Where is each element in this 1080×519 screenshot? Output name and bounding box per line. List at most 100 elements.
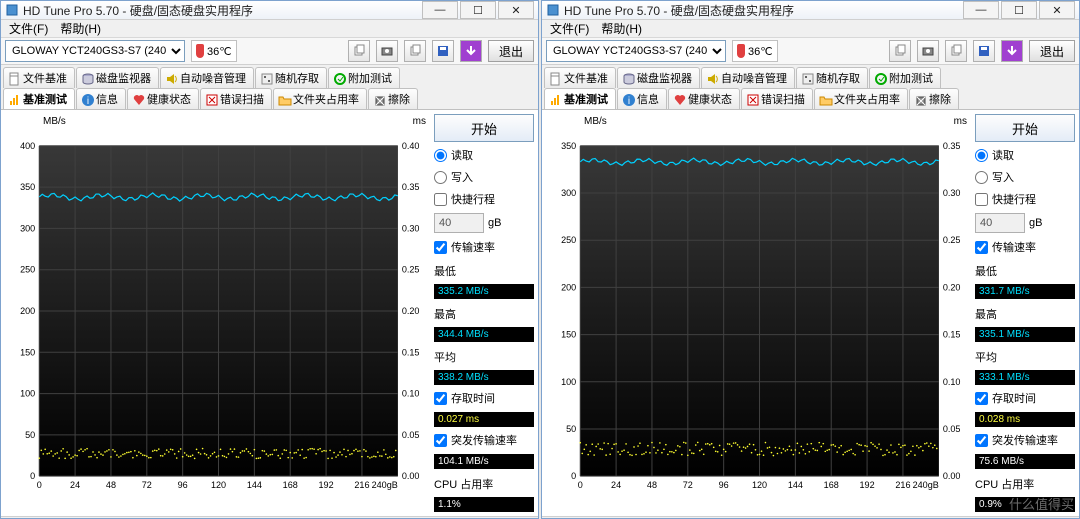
svg-text:96: 96 xyxy=(719,480,729,490)
benchmark-chart: MB/s ms 00.00500.051000.101500.152000.20… xyxy=(5,114,428,512)
minimize-button[interactable]: — xyxy=(963,1,999,19)
exit-button[interactable]: 退出 xyxy=(488,40,534,62)
svg-text:0.10: 0.10 xyxy=(402,389,420,399)
chk-short-stroke[interactable] xyxy=(975,193,988,206)
copy-button[interactable] xyxy=(889,40,911,62)
radio-write[interactable] xyxy=(975,171,988,184)
close-button[interactable]: ✕ xyxy=(1039,1,1075,19)
svg-text:0: 0 xyxy=(578,480,583,490)
save-button[interactable] xyxy=(973,40,995,62)
chk-burst-rate[interactable] xyxy=(434,434,447,447)
tab-0[interactable]: 文件基准 xyxy=(3,67,75,88)
tab2-1[interactable]: i信息 xyxy=(76,88,126,109)
maximize-button[interactable]: ☐ xyxy=(1001,1,1037,19)
screenshot-button[interactable] xyxy=(917,40,939,62)
drive-select[interactable]: GLOWAY YCT240GS3-S7 (240 gB) xyxy=(546,40,726,62)
copy2-button[interactable] xyxy=(404,40,426,62)
chk-transfer-rate[interactable] xyxy=(434,241,447,254)
chk-short-stroke[interactable] xyxy=(434,193,447,206)
copy2-button[interactable] xyxy=(945,40,967,62)
svg-text:0.35: 0.35 xyxy=(402,182,420,192)
avg-value: 333.1 MB/s xyxy=(975,370,1075,385)
avg-label: 平均 xyxy=(975,349,1075,365)
minimize-button[interactable]: — xyxy=(422,1,458,19)
svg-text:0.05: 0.05 xyxy=(943,424,961,434)
radio-write[interactable] xyxy=(434,171,447,184)
svg-text:144: 144 xyxy=(247,480,262,490)
tab-0[interactable]: 文件基准 xyxy=(544,67,616,88)
svg-text:96: 96 xyxy=(178,480,188,490)
svg-text:100: 100 xyxy=(20,389,35,399)
tab2-5[interactable]: 擦除 xyxy=(368,88,418,109)
test-icon xyxy=(333,72,345,84)
menu-help[interactable]: 帮助(H) xyxy=(60,20,101,37)
access-value: 0.028 ms xyxy=(975,412,1075,427)
save-button[interactable] xyxy=(432,40,454,62)
start-button[interactable]: 开始 xyxy=(975,114,1075,142)
status-bar xyxy=(542,516,1079,518)
toolbar: GLOWAY YCT240GS3-S7 (240 gB) 36℃ 退出 xyxy=(542,38,1079,65)
tab-3[interactable]: 随机存取 xyxy=(796,67,868,88)
chk-access-time[interactable] xyxy=(975,392,988,405)
menu-file[interactable]: 文件(F) xyxy=(9,20,48,37)
menu-file[interactable]: 文件(F) xyxy=(550,20,589,37)
tab-1[interactable]: 磁盘监视器 xyxy=(76,67,159,88)
test-icon xyxy=(874,72,886,84)
chk-transfer-rate[interactable] xyxy=(975,241,988,254)
tab2-4[interactable]: 文件夹占用率 xyxy=(273,88,367,109)
maximize-button[interactable]: ☐ xyxy=(460,1,496,19)
svg-text:0.00: 0.00 xyxy=(402,471,420,481)
svg-text:400: 400 xyxy=(20,141,35,151)
bench-icon xyxy=(549,93,561,105)
error-icon xyxy=(205,93,217,105)
svg-text:200: 200 xyxy=(561,282,576,292)
content-area: MB/s ms 00.00500.051000.101500.152000.20… xyxy=(1,110,538,516)
screenshot-button[interactable] xyxy=(376,40,398,62)
copy-button[interactable] xyxy=(348,40,370,62)
chk-access-time[interactable] xyxy=(434,392,447,405)
tab2-2[interactable]: 健康状态 xyxy=(127,88,199,109)
svg-text:0.40: 0.40 xyxy=(402,141,420,151)
radio-read[interactable] xyxy=(975,149,988,162)
chk-burst-rate[interactable] xyxy=(975,434,988,447)
titlebar: HD Tune Pro 5.70 - 硬盘/固态硬盘实用程序 — ☐ ✕ xyxy=(1,1,538,20)
svg-text:0: 0 xyxy=(571,471,576,481)
svg-text:0.25: 0.25 xyxy=(943,235,961,245)
window-title: HD Tune Pro 5.70 - 硬盘/固态硬盘实用程序 xyxy=(564,2,794,19)
svg-text:120: 120 xyxy=(211,480,226,490)
tab2-3[interactable]: 错误扫描 xyxy=(741,88,813,109)
menu-help[interactable]: 帮助(H) xyxy=(601,20,642,37)
down-button[interactable] xyxy=(460,40,482,62)
tab-3[interactable]: 随机存取 xyxy=(255,67,327,88)
info-icon: i xyxy=(81,93,93,105)
start-button[interactable]: 开始 xyxy=(434,114,534,142)
close-button[interactable]: ✕ xyxy=(498,1,534,19)
chart-svg-container: 00.00500.051000.101500.152000.202500.253… xyxy=(546,114,969,512)
tab2-1[interactable]: i信息 xyxy=(617,88,667,109)
svg-text:0.00: 0.00 xyxy=(943,471,961,481)
min-label: 最低 xyxy=(975,263,1075,279)
tab2-0[interactable]: 基准测试 xyxy=(3,88,75,109)
menubar: 文件(F) 帮助(H) xyxy=(542,20,1079,38)
tab-4[interactable]: 附加测试 xyxy=(328,67,400,88)
erase-icon xyxy=(914,93,926,105)
temperature-display: 36℃ xyxy=(732,40,778,62)
svg-text:240gB: 240gB xyxy=(913,480,939,490)
tab2-2[interactable]: 健康状态 xyxy=(668,88,740,109)
exit-button[interactable]: 退出 xyxy=(1029,40,1075,62)
down-button[interactable] xyxy=(1001,40,1023,62)
tab2-5[interactable]: 擦除 xyxy=(909,88,959,109)
tab2-4[interactable]: 文件夹占用率 xyxy=(814,88,908,109)
tab-row-1: 文件基准磁盘监视器自动噪音管理随机存取附加测试基准测试i信息健康状态错误扫描文件… xyxy=(1,65,538,110)
drive-select[interactable]: GLOWAY YCT240GS3-S7 (240 gB) xyxy=(5,40,185,62)
tab2-0[interactable]: 基准测试 xyxy=(544,88,616,109)
tab-2[interactable]: 自动噪音管理 xyxy=(160,67,254,88)
svg-text:0.20: 0.20 xyxy=(943,282,961,292)
tab-4[interactable]: 附加测试 xyxy=(869,67,941,88)
svg-text:300: 300 xyxy=(20,223,35,233)
tab-1[interactable]: 磁盘监视器 xyxy=(617,67,700,88)
titlebar: HD Tune Pro 5.70 - 硬盘/固态硬盘实用程序 — ☐ ✕ xyxy=(542,1,1079,20)
tab2-3[interactable]: 错误扫描 xyxy=(200,88,272,109)
radio-read[interactable] xyxy=(434,149,447,162)
tab-2[interactable]: 自动噪音管理 xyxy=(701,67,795,88)
